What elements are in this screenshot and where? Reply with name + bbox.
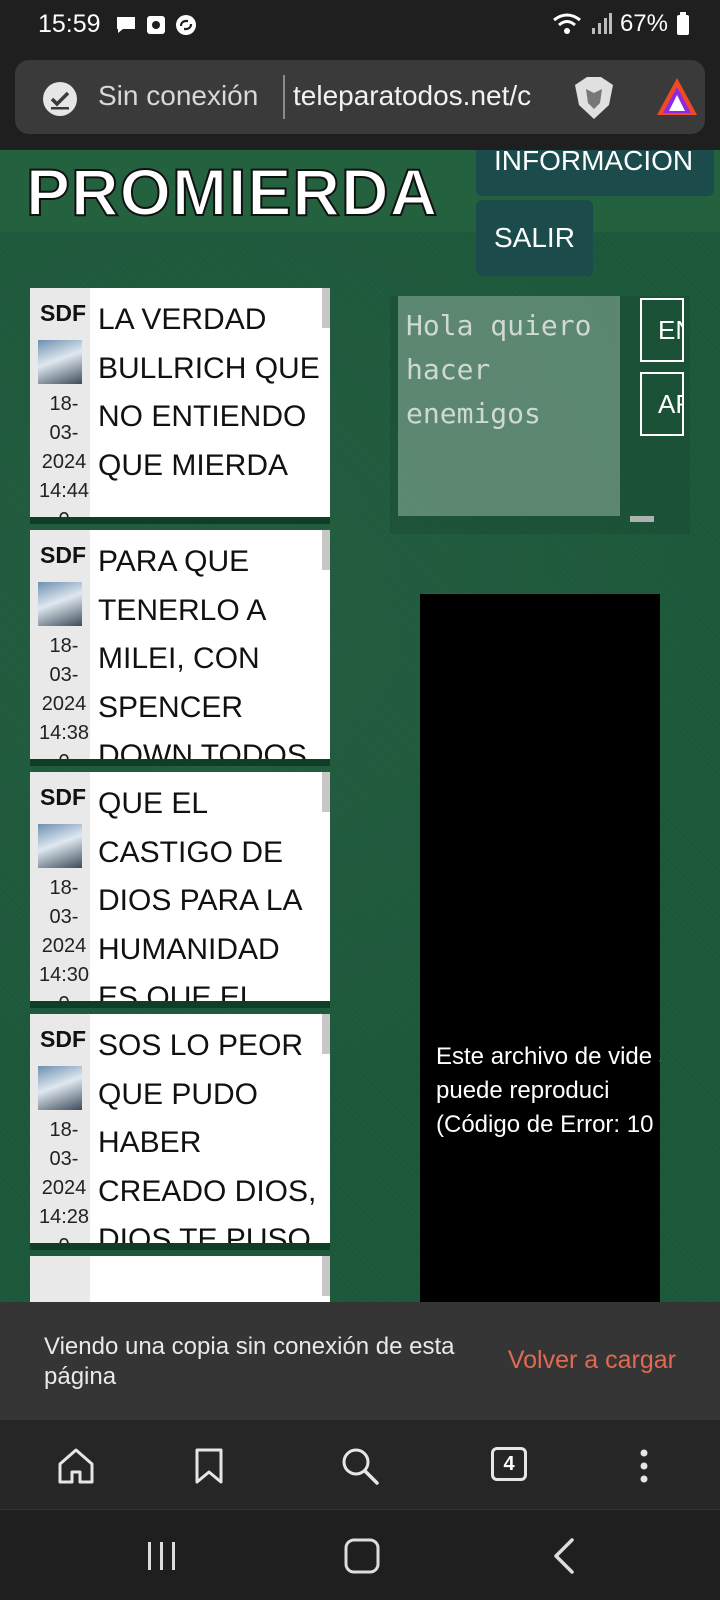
chat-message[interactable]: SDF 18- 03- 2024 14:30 0 QUE EL CASTIGO … [30,772,330,1008]
chat-message[interactable] [30,1256,330,1302]
reload-button[interactable]: Volver a cargar [508,1346,676,1375]
chat-text: PARA QUE TENERLO A MILEI, CON SPENCER DO… [98,545,307,766]
address-bar[interactable]: Sin conexión teleparatodos.net/c [15,60,705,134]
send-button[interactable]: EN [640,298,684,362]
chat-meta: SDF 18- 03- 2024 14:44 0 [30,288,90,517]
offline-message: Viendo una copia sin conexión de esta pá… [44,1333,455,1390]
avatar[interactable] [38,340,82,384]
search-icon[interactable] [338,1444,382,1488]
chat-scrollbar[interactable] [322,530,330,570]
chat-timestamp: 18- 03- 2024 14:38 0 [38,635,90,764]
status-time: 15:59 [38,10,101,38]
recent-apps-icon[interactable] [140,1536,184,1576]
chat-timestamp: 18- 03- 2024 14:28 0 [38,1119,90,1248]
android-navigation-bar [0,1512,720,1600]
chat-scrollbar[interactable] [322,288,330,328]
chat-text: SOS LO PEOR QUE PUDO HABER CREADO DIOS, … [98,1029,317,1250]
brave-shields-icon[interactable] [573,75,615,121]
back-icon[interactable] [544,1536,588,1576]
avatar[interactable] [38,1066,82,1110]
status-bar: 15:59 67% [0,0,720,52]
nav-salir-button[interactable]: SALIR [476,200,593,276]
url-divider [283,75,285,119]
wifi-icon [553,13,581,34]
chat-text: QUE EL CASTIGO DE DIOS PARA LA HUMANIDAD… [98,787,301,1008]
video-player[interactable]: Este archivo de vide se puede reproduci … [420,594,660,1302]
home-icon[interactable] [54,1444,98,1488]
battery-percentage: 67% [619,10,668,37]
chat-meta [30,1256,90,1302]
attach-button[interactable]: AR [640,372,684,436]
chat-scrollbar[interactable] [322,1256,330,1296]
chat-username[interactable]: SDF [40,784,90,811]
chat-icon [115,14,137,36]
bookmark-icon[interactable] [187,1444,231,1488]
chat-meta: SDF 18- 03- 2024 14:38 0 [30,530,90,759]
chat-username[interactable]: SDF [40,300,90,327]
home-nav-icon[interactable] [340,1536,384,1576]
page-content: PROMIERDA INFORMACIÓN SALIR SDF 18- 03- … [0,150,720,1302]
browser-toolbar [0,1420,720,1510]
chat-meta: SDF 18- 03- 2024 14:30 0 [30,772,90,1001]
offline-check-icon[interactable] [43,82,77,116]
video-error-message: Este archivo de vide se puede reproduci … [436,1043,660,1138]
chat-timestamp: 18- 03- 2024 14:30 0 [38,877,90,1006]
brave-rewards-icon[interactable] [655,75,699,119]
avatar[interactable] [38,824,82,868]
avatar[interactable] [38,582,82,626]
sync-icon [175,14,197,36]
status-right: 67% [552,10,690,38]
nav-informacion-button[interactable]: INFORMACIÓN [476,150,714,196]
message-input[interactable]: Hola quiero hacer enemigos [398,296,620,516]
chat-username[interactable]: SDF [40,542,90,569]
signal-icon [591,13,612,34]
chat-message[interactable]: SDF 18- 03- 2024 14:38 0 PARA QUE TENERL… [30,530,330,766]
chat-meta: SDF 18- 03- 2024 14:28 0 [30,1014,90,1243]
chat-message[interactable]: SDF 18- 03- 2024 14:28 0 SOS LO PEOR QUE… [30,1014,330,1250]
chat-scrollbar[interactable] [322,772,330,812]
offline-label: Sin conexión [98,80,259,111]
more-menu-icon[interactable] [622,1444,666,1488]
chat-scrollbar[interactable] [322,1014,330,1054]
offline-snackbar: Viendo una copia sin conexión de esta pá… [0,1302,720,1420]
chat-text: LA VERDAD BULLRICH QUE NO ENTIENDO QUE M… [98,303,320,482]
status-icons-left [115,14,197,36]
battery-icon [677,12,689,35]
tabs-count-icon[interactable]: 4 [491,1447,527,1481]
chat-message[interactable]: SDF 18- 03- 2024 14:44 0 LA VERDAD BULLR… [30,288,330,524]
resize-handle[interactable] [630,516,654,522]
chat-username[interactable]: SDF [40,1026,90,1053]
chat-timestamp: 18- 03- 2024 14:44 0 [38,393,90,522]
square-icon [145,14,167,36]
site-logo[interactable]: PROMIERDA [25,154,438,230]
url-text[interactable]: teleparatodos.net/c [293,80,555,112]
